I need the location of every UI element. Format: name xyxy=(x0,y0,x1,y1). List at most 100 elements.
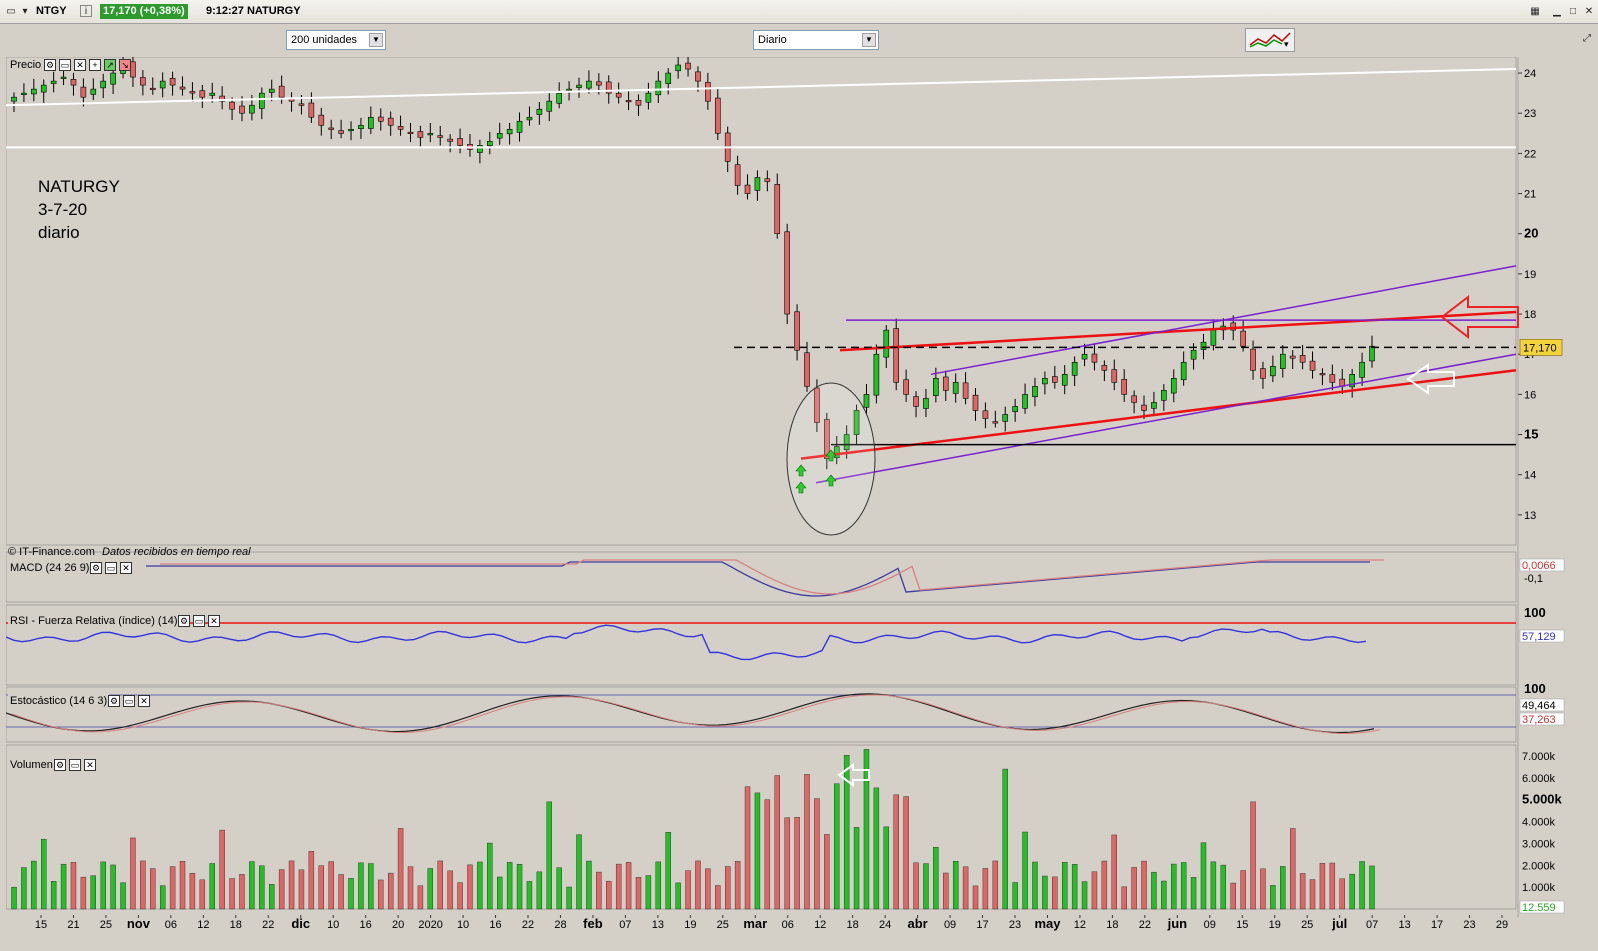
chevron-down-icon[interactable]: ▼ xyxy=(862,33,876,47)
info-icon[interactable]: i xyxy=(80,5,92,17)
annotation-line-2: 3-7-20 xyxy=(38,200,88,219)
price-tick-label: 23 xyxy=(1524,108,1536,120)
candle-body xyxy=(268,88,275,93)
stoch-tick-label: 100 xyxy=(1524,681,1546,696)
candle-body xyxy=(259,92,265,109)
volume-bar xyxy=(685,870,691,910)
x-tick-label: 25 xyxy=(717,919,729,931)
candle-body xyxy=(586,80,592,89)
candle-body xyxy=(60,76,67,79)
candle-body xyxy=(714,97,721,134)
x-tick-label: jul xyxy=(1331,916,1347,931)
copyright-text: © IT-Finance.com xyxy=(8,546,95,558)
close-icon[interactable]: ✕ xyxy=(120,562,132,574)
window-icon[interactable]: ▭ xyxy=(123,695,135,707)
maximize-icon[interactable]: □ xyxy=(1566,5,1580,19)
minimize-icon[interactable]: ▁ xyxy=(1550,5,1564,19)
chart-type-button[interactable]: ▾ xyxy=(1245,28,1295,52)
candle-body xyxy=(784,231,790,315)
volume-bar xyxy=(219,829,225,910)
candle-body xyxy=(566,88,572,91)
x-tick-label: abr xyxy=(907,916,927,931)
chevron-down-icon[interactable]: ▼ xyxy=(369,33,383,47)
volume-tick-label: 6.000k xyxy=(1522,773,1556,785)
keyboard-icon[interactable]: ▦ xyxy=(1528,5,1542,19)
chart-svg[interactable]: 13 14 15 16 17 18 19 20 21 22 23 24 17,170 0,0066-0,1… xyxy=(5,52,1598,951)
x-tick-label: 07 xyxy=(619,919,631,931)
volume-bar xyxy=(358,862,364,910)
cursor-icon[interactable]: ⤢ xyxy=(1580,32,1594,46)
close-icon[interactable]: ✕ xyxy=(208,615,220,627)
green-indicator-icon[interactable]: ↗ xyxy=(104,59,116,71)
volume-bar xyxy=(467,864,473,910)
annotation-line-3: diario xyxy=(38,223,80,242)
price-tick-label: 16 xyxy=(1524,389,1536,401)
volume-bar xyxy=(368,863,374,910)
wrench-icon[interactable]: ⚙ xyxy=(108,695,120,707)
units-select[interactable]: 200 unidades ▼ xyxy=(286,30,386,50)
volume-bar xyxy=(120,882,126,910)
window-icon[interactable]: ▭ xyxy=(193,615,205,627)
volume-bar xyxy=(516,864,523,910)
wrench-icon[interactable]: ⚙ xyxy=(54,759,66,771)
wrench-icon[interactable]: ⚙ xyxy=(44,59,56,71)
volume-bar xyxy=(764,799,771,910)
volume-bar xyxy=(1062,862,1068,910)
candle-body xyxy=(447,138,453,142)
x-tick-label: 17 xyxy=(1431,919,1443,931)
candle-body xyxy=(1329,374,1336,383)
window-icon[interactable]: ▭ xyxy=(59,59,71,71)
x-tick-label: feb xyxy=(583,916,603,931)
volume-bar xyxy=(397,828,404,910)
close-icon[interactable]: ✕ xyxy=(84,759,96,771)
price-tick-label: 18 xyxy=(1524,309,1536,321)
candle-body xyxy=(31,88,37,95)
volume-bar xyxy=(635,877,642,910)
volume-bar xyxy=(1032,861,1038,910)
candle-body xyxy=(596,81,602,86)
chevron-down-icon[interactable]: ▾ xyxy=(18,5,32,19)
close-icon[interactable]: ✕ xyxy=(138,695,150,707)
price-panel-icons: ⚙ ▭ ✕ + ↗ ↘ xyxy=(44,59,131,73)
window-menu-icon[interactable]: ▭ xyxy=(4,5,18,19)
volume-bar xyxy=(417,885,424,910)
volume-bar xyxy=(774,775,780,910)
candle-body xyxy=(407,131,414,134)
interval-select[interactable]: Diario ▼ xyxy=(753,30,879,50)
candle-body xyxy=(526,116,533,121)
volume-bar xyxy=(1012,882,1018,910)
close-icon[interactable]: ✕ xyxy=(1582,5,1596,19)
candle-body xyxy=(913,396,919,407)
wrench-icon[interactable]: ⚙ xyxy=(178,615,190,627)
volume-bar xyxy=(437,860,443,910)
volume-bar xyxy=(556,867,562,910)
candle-body xyxy=(1299,355,1306,363)
volume-bar xyxy=(1052,876,1058,910)
toolbar: 200 unidades ▼ Diario ▼ ▾ ⤢ xyxy=(0,24,1598,56)
interval-select-value: Diario xyxy=(758,34,787,46)
candle-body xyxy=(1052,376,1058,383)
volume-bar xyxy=(229,878,235,910)
volume-bar xyxy=(100,861,106,910)
candle-body xyxy=(1369,345,1375,362)
window-icon[interactable]: ▭ xyxy=(105,562,117,574)
window-icon[interactable]: ▭ xyxy=(69,759,81,771)
close-icon[interactable]: ✕ xyxy=(74,59,86,71)
x-tick-label: 07 xyxy=(1366,919,1378,931)
red-indicator-icon[interactable]: ↘ xyxy=(119,59,131,71)
x-tick-label: 10 xyxy=(457,919,469,931)
candle-body xyxy=(427,133,434,136)
volume-bar xyxy=(1250,801,1256,910)
candle-body xyxy=(903,379,909,395)
candle-body xyxy=(70,79,77,86)
title-bar: ▭ ▾ NTGY i 17,170 (+0,38%) 9:12:27 NATUR… xyxy=(0,0,1598,24)
candle-body xyxy=(338,130,344,134)
x-tick-label: 15 xyxy=(1236,919,1248,931)
wrench-icon[interactable]: ⚙ xyxy=(90,562,102,574)
chart-area[interactable]: 13 14 15 16 17 18 19 20 21 22 23 24 17,170 0,0066-0,1… xyxy=(5,52,1598,951)
x-tick-label: may xyxy=(1034,916,1061,931)
candle-body xyxy=(1270,365,1276,377)
x-tick-label: 22 xyxy=(262,919,274,931)
candle-body xyxy=(992,421,999,424)
add-icon[interactable]: + xyxy=(89,59,101,71)
